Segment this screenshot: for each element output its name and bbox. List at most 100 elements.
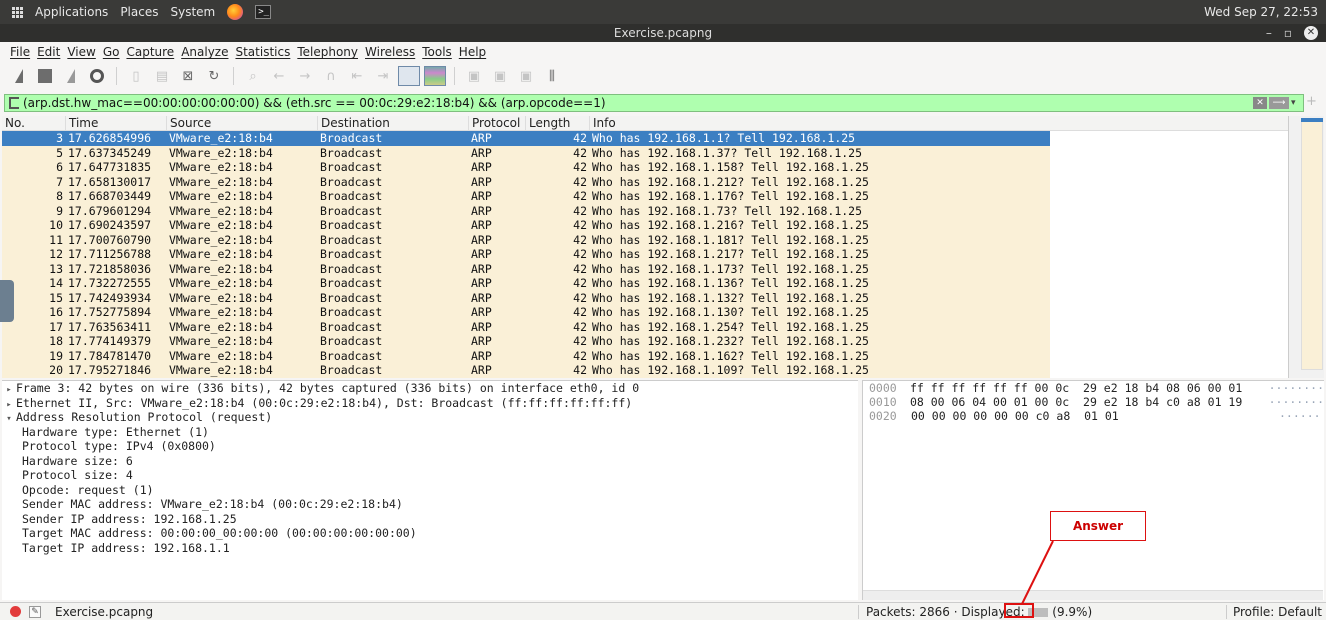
detail-tree-item[interactable]: Protocol size: 4 xyxy=(2,468,858,483)
packet-row[interactable]: 7 17.658130017 VMware_e2:18:b4 Broadcast ARP… xyxy=(2,174,1050,189)
packet-row[interactable]: 9 17.679601294 VMware_e2:18:b4 Broadcast ARP… xyxy=(2,203,1050,218)
detail-tree-item[interactable]: Target IP address: 192.168.1.1 xyxy=(2,541,858,556)
system-menu-item[interactable]: System xyxy=(170,5,215,19)
packet-row[interactable]: 13 17.721858036 VMware_e2:18:b4 Broadcast AR… xyxy=(2,261,1050,276)
packet-row[interactable]: 12 17.711256788 VMware_e2:18:b4 Broadcast AR… xyxy=(2,247,1050,262)
filter-history-dropdown-icon[interactable]: ▾ xyxy=(1291,98,1301,108)
last-packet-icon[interactable]: ⇥ xyxy=(372,65,394,87)
packet-minimap[interactable] xyxy=(1301,118,1323,370)
detail-tree-item[interactable]: ▸ Ethernet II, Src: VMware_e2:18:b4 (00:0… xyxy=(2,396,858,411)
go-forward-icon[interactable]: → xyxy=(294,65,316,87)
terminal-icon[interactable]: >_ xyxy=(255,5,272,19)
packet-row[interactable]: 3 17.626854996 VMware_e2:18:b4 Broadcast ARP… xyxy=(2,131,1050,146)
packet-row[interactable]: 17 17.763563411 VMware_e2:18:b4 Broadcast AR… xyxy=(2,319,1050,334)
packet-row[interactable]: 15 17.742493934 VMware_e2:18:b4 Broadcast AR… xyxy=(2,290,1050,305)
detail-tree-item[interactable]: Sender MAC address: VMware_e2:18:b4 (00:… xyxy=(2,497,858,512)
open-file-icon[interactable]: ▯ xyxy=(125,65,147,87)
clock[interactable]: Wed Sep 27, 22:53 xyxy=(1204,5,1318,19)
bytes-ascii: ········ xyxy=(1268,381,1324,395)
filter-bookmark-icon[interactable] xyxy=(9,97,19,109)
packet-row[interactable]: 18 17.774149379 VMware_e2:18:b4 Broadcast AR… xyxy=(2,334,1050,349)
bytes-ascii: ······ xyxy=(1279,409,1321,423)
menu-wireless[interactable]: Wireless xyxy=(365,45,415,59)
detail-tree-item[interactable]: ▸ Frame 3: 42 bytes on wire (336 bits), 4… xyxy=(2,381,858,396)
detail-tree-text: Sender IP address: 192.168.1.25 xyxy=(22,511,237,526)
places-menu[interactable]: Places xyxy=(120,5,158,19)
column-header-time[interactable]: Time xyxy=(66,116,167,130)
stop-capture-icon[interactable] xyxy=(34,65,56,87)
bytes-hex: ff ff ff ff ff ff 00 0c 29 e2 18 b4 08 0… xyxy=(909,381,1243,395)
capture-comment-icon[interactable]: ✎ xyxy=(29,605,41,618)
packet-row[interactable]: 19 17.784781470 VMware_e2:18:b4 Broadcast AR… xyxy=(2,348,1050,363)
minimize-icon[interactable]: – xyxy=(1266,24,1272,42)
detail-tree-item[interactable]: Sender IP address: 192.168.1.25 xyxy=(2,512,858,527)
packet-row[interactable]: 14 17.732272555 VMware_e2:18:b4 Broadcast AR… xyxy=(2,276,1050,291)
capture-options-icon[interactable] xyxy=(86,65,108,87)
reload-file-icon[interactable]: ↻ xyxy=(203,65,225,87)
column-header-protocol[interactable]: Protocol xyxy=(469,116,526,130)
column-header-source[interactable]: Source xyxy=(167,116,318,130)
menu-file[interactable]: File xyxy=(10,45,30,59)
display-filter-input[interactable] xyxy=(23,96,1253,110)
packet-row[interactable]: 20 17.795271846 VMware_e2:18:b4 Broadcast AR… xyxy=(2,363,1050,378)
bytes-row[interactable]: 0010 08 00 06 04 00 01 00 0c 29 e2 18 b4 … xyxy=(863,395,1324,409)
autoscroll-icon[interactable] xyxy=(398,65,420,87)
first-packet-icon[interactable]: ⇤ xyxy=(346,65,368,87)
apply-filter-icon[interactable]: ⟶ xyxy=(1269,97,1289,109)
expanded-arrow-icon[interactable]: ▾ xyxy=(2,412,16,427)
clear-filter-icon[interactable]: ✕ xyxy=(1253,97,1267,109)
go-to-packet-icon[interactable]: ∩ xyxy=(320,65,342,87)
side-panel-handle[interactable] xyxy=(0,280,14,322)
menu-tools[interactable]: Tools xyxy=(422,45,452,59)
go-back-icon[interactable]: ← xyxy=(268,65,290,87)
detail-tree-item[interactable]: Target MAC address: 00:00:00_00:00:00 (0… xyxy=(2,526,858,541)
menu-edit[interactable]: Edit xyxy=(37,45,60,59)
packet-row[interactable]: 6 17.647731835 VMware_e2:18:b4 Broadcast ARP… xyxy=(2,160,1050,175)
firefox-icon[interactable] xyxy=(227,4,244,20)
close-file-icon[interactable]: ⊠ xyxy=(177,65,199,87)
packet-list-scrollbar[interactable] xyxy=(1288,116,1324,378)
packet-length: 42 xyxy=(573,131,587,145)
menu-help[interactable]: Help xyxy=(459,45,486,59)
menu-view[interactable]: View xyxy=(67,45,95,59)
packet-row[interactable]: 11 17.700760790 VMware_e2:18:b4 Broadcast AR… xyxy=(2,232,1050,247)
menu-capture[interactable]: Capture xyxy=(126,45,174,59)
packet-source: VMware_e2:18:b4 xyxy=(169,247,273,261)
zoom-out-icon[interactable]: ▣ xyxy=(489,65,511,87)
menu-statistics[interactable]: Statistics xyxy=(235,45,290,59)
menu-analyze[interactable]: Analyze xyxy=(181,45,228,59)
status-profile[interactable]: Profile: Default xyxy=(1233,605,1322,619)
restart-capture-icon[interactable] xyxy=(60,65,82,87)
close-icon[interactable]: ✕ xyxy=(1304,26,1318,40)
detail-tree-item[interactable]: Hardware size: 6 xyxy=(2,454,858,469)
menu-go[interactable]: Go xyxy=(103,45,120,59)
column-header-no[interactable]: No. xyxy=(2,116,66,130)
detail-tree-item[interactable]: ▾ Address Resolution Protocol (request) xyxy=(2,410,858,425)
save-file-icon[interactable]: ▤ xyxy=(151,65,173,87)
apps-grid-icon[interactable] xyxy=(12,6,23,18)
colorize-icon[interactable] xyxy=(424,65,446,87)
expert-info-icon[interactable] xyxy=(10,606,21,617)
column-header-info[interactable]: Info xyxy=(590,116,1324,130)
resize-columns-icon[interactable]: ⫼ xyxy=(541,65,563,87)
detail-tree-item[interactable]: Protocol type: IPv4 (0x0800) xyxy=(2,439,858,454)
packet-row[interactable]: 8 17.668703449 VMware_e2:18:b4 Broadcast ARP… xyxy=(2,189,1050,204)
maximize-icon[interactable]: ▫ xyxy=(1284,24,1292,42)
column-header-destination[interactable]: Destination xyxy=(318,116,469,130)
detail-tree-item[interactable]: Opcode: request (1) xyxy=(2,483,858,498)
detail-tree-item[interactable]: Hardware type: Ethernet (1) xyxy=(2,425,858,440)
packet-row[interactable]: 10 17.690243597 VMware_e2:18:b4 Broadcast AR… xyxy=(2,218,1050,233)
start-capture-icon[interactable] xyxy=(8,65,30,87)
bytes-row[interactable]: 0020 00 00 00 00 00 00 c0 a8 01 01 ······ xyxy=(863,409,1324,423)
column-header-length[interactable]: Length xyxy=(526,116,590,130)
zoom-in-icon[interactable]: ▣ xyxy=(463,65,485,87)
packet-row[interactable]: 5 17.637345249 VMware_e2:18:b4 Broadcast ARP… xyxy=(2,145,1050,160)
packet-row[interactable]: 16 17.752775894 VMware_e2:18:b4 Broadcast AR… xyxy=(2,305,1050,320)
find-packet-icon[interactable]: ⌕ xyxy=(242,65,264,87)
applications-menu[interactable]: Applications xyxy=(35,5,108,19)
add-filter-button-icon[interactable]: + xyxy=(1306,94,1317,109)
bytes-row[interactable]: 0000 ff ff ff ff ff ff 00 0c 29 e2 18 b4 … xyxy=(863,381,1324,395)
bytes-horizontal-scrollbar[interactable] xyxy=(863,590,1323,600)
normal-size-icon[interactable]: ▣ xyxy=(515,65,537,87)
menu-telephony[interactable]: Telephony xyxy=(297,45,358,59)
